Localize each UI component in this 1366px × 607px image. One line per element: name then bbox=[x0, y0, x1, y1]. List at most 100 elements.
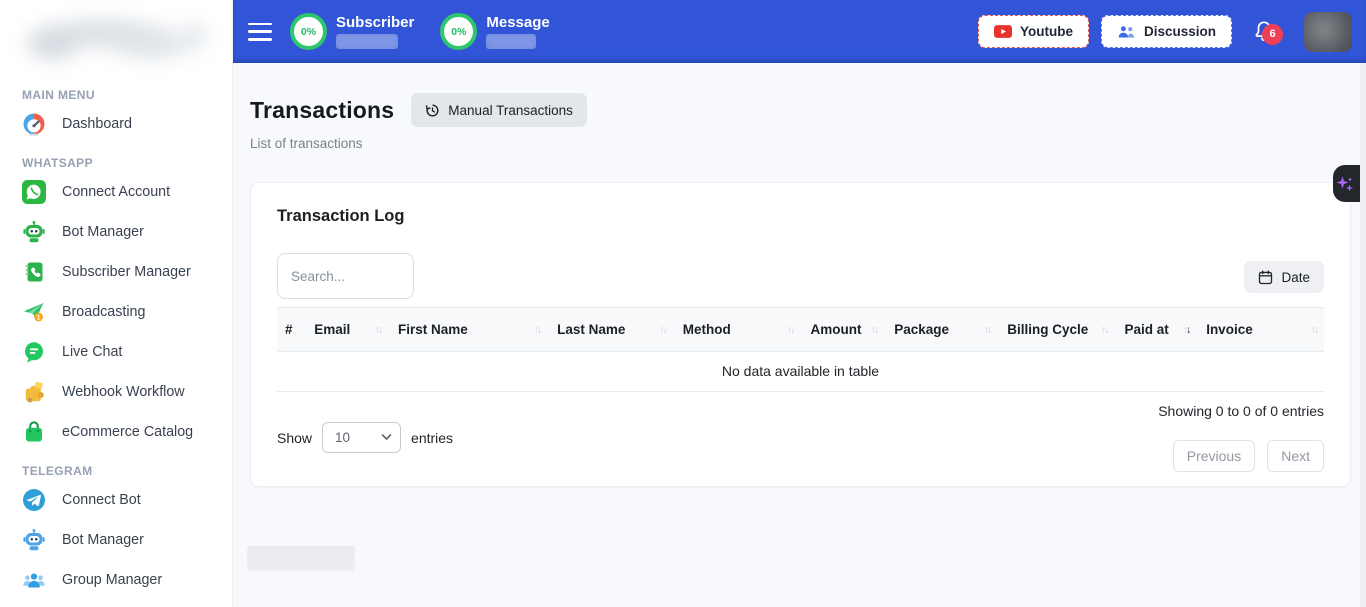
whatsapp-icon bbox=[22, 180, 46, 204]
page-title: Transactions bbox=[250, 97, 394, 124]
sidebar-item-label: Subscriber Manager bbox=[62, 264, 191, 280]
sort-icon: ↑↓ bbox=[374, 324, 381, 336]
shopping-bag-icon bbox=[22, 420, 46, 444]
sidebar: MAIN MENU Dashboard WHATSAPP bbox=[0, 0, 233, 607]
previous-page-button[interactable]: Previous bbox=[1173, 440, 1255, 472]
message-progress-ring: 0% bbox=[440, 13, 477, 50]
youtube-button[interactable]: Youtube bbox=[978, 15, 1089, 48]
sidebar-item-label: Bot Manager bbox=[62, 224, 144, 240]
chat-bubble-icon bbox=[22, 340, 46, 364]
sidebar-item-connect-bot[interactable]: Connect Bot bbox=[0, 482, 232, 518]
main-area: 0% Subscriber 0% Message Youtube bbox=[233, 0, 1366, 607]
footer-text-redacted bbox=[247, 546, 355, 571]
vertical-scrollbar[interactable] bbox=[1360, 63, 1366, 607]
manual-transactions-button[interactable]: Manual Transactions bbox=[411, 93, 587, 127]
column-header-amount[interactable]: Amount↑↓ bbox=[800, 308, 884, 352]
sort-icon: ↑↓ bbox=[984, 324, 991, 336]
notifications-bell-icon[interactable]: 6 bbox=[1252, 19, 1278, 45]
sidebar-item-label: Live Chat bbox=[62, 344, 122, 360]
column-header-last-name[interactable]: Last Name↑↓ bbox=[547, 308, 673, 352]
sort-icon-active-desc: ↑↓ bbox=[1183, 324, 1190, 336]
calendar-icon bbox=[1258, 270, 1273, 285]
sidebar-item-label: Dashboard bbox=[62, 116, 132, 132]
entries-label: entries bbox=[411, 430, 453, 446]
sidebar-item-group-manager[interactable]: Group Manager bbox=[0, 562, 232, 598]
subscriber-stat: 0% Subscriber bbox=[290, 13, 414, 50]
sidebar-item-label: Connect Bot bbox=[62, 492, 141, 508]
discussion-button[interactable]: Discussion bbox=[1101, 15, 1232, 48]
transactions-table: # Email↑↓ First Name↑↓ Last Name↑↓ Metho… bbox=[277, 307, 1324, 392]
sidebar-item-webhook-workflow[interactable]: Webhook Workflow bbox=[0, 374, 232, 410]
sort-icon: ↑↓ bbox=[1311, 324, 1318, 336]
message-stat: 0% Message bbox=[440, 13, 549, 50]
sidebar-item-broadcasting[interactable]: 1 Broadcasting bbox=[0, 294, 232, 330]
card-title: Transaction Log bbox=[277, 207, 1324, 226]
message-stat-value-redacted bbox=[486, 34, 536, 49]
subscriber-stat-label: Subscriber bbox=[336, 15, 414, 30]
sidebar-item-label: Group Manager bbox=[62, 572, 162, 588]
column-header-first-name[interactable]: First Name↑↓ bbox=[388, 308, 547, 352]
pagination-summary: Showing 0 to 0 of 0 entries bbox=[1158, 403, 1324, 419]
users-group-icon bbox=[22, 568, 46, 592]
robot-icon bbox=[22, 220, 46, 244]
history-icon bbox=[425, 103, 440, 118]
sidebar-item-live-chat[interactable]: Live Chat bbox=[0, 334, 232, 370]
page-size-select[interactable]: 10 bbox=[322, 422, 401, 453]
sidebar-item-label: Broadcasting bbox=[62, 304, 145, 320]
sidebar-section-whatsapp: WHATSAPP bbox=[22, 156, 232, 170]
sort-icon: ↑↓ bbox=[871, 324, 878, 336]
page-content: Transactions Manual Transactions List of… bbox=[233, 63, 1366, 607]
next-page-button[interactable]: Next bbox=[1267, 440, 1324, 472]
sort-icon: ↑↓ bbox=[659, 324, 666, 336]
show-label: Show bbox=[277, 430, 312, 446]
sidebar-item-tg-bot-manager[interactable]: Bot Manager bbox=[0, 522, 232, 558]
contacts-book-icon bbox=[22, 260, 46, 284]
app-logo[interactable] bbox=[6, 6, 220, 74]
subscriber-progress-ring: 0% bbox=[290, 13, 327, 50]
subscriber-stat-value-redacted bbox=[336, 34, 398, 49]
search-input[interactable] bbox=[277, 253, 414, 299]
page-subtitle: List of transactions bbox=[250, 136, 1351, 151]
column-header-email[interactable]: Email↑↓ bbox=[304, 308, 388, 352]
sidebar-item-label: eCommerce Catalog bbox=[62, 424, 193, 440]
sparkles-icon bbox=[1334, 172, 1358, 196]
sidebar-item-dashboard[interactable]: Dashboard bbox=[0, 106, 232, 142]
date-filter-button[interactable]: Date bbox=[1244, 261, 1324, 293]
telegram-icon bbox=[22, 488, 46, 512]
sort-icon: ↑↓ bbox=[787, 324, 794, 336]
sort-icon: ↑↓ bbox=[1101, 324, 1108, 336]
sidebar-item-ecommerce-catalog[interactable]: eCommerce Catalog bbox=[0, 414, 232, 450]
sidebar-item-wa-bot-manager[interactable]: Bot Manager bbox=[0, 214, 232, 250]
column-header-paid-at[interactable]: Paid at↑↓ bbox=[1115, 308, 1197, 352]
transaction-log-card: Transaction Log Date bbox=[250, 182, 1351, 487]
sort-icon: ↑↓ bbox=[534, 324, 541, 336]
youtube-icon bbox=[994, 25, 1012, 38]
dashboard-gauge-icon bbox=[22, 112, 46, 136]
message-stat-label: Message bbox=[486, 15, 549, 30]
table-header-row: # Email↑↓ First Name↑↓ Last Name↑↓ Metho… bbox=[277, 308, 1324, 352]
sidebar-item-subscriber-manager[interactable]: Subscriber Manager bbox=[0, 254, 232, 290]
paper-plane-icon: 1 bbox=[22, 300, 46, 324]
sidebar-item-connect-account[interactable]: Connect Account bbox=[0, 174, 232, 210]
user-avatar[interactable] bbox=[1304, 12, 1352, 52]
discussion-people-icon bbox=[1117, 25, 1136, 39]
sidebar-item-label: Connect Account bbox=[62, 184, 170, 200]
column-header-billing-cycle[interactable]: Billing Cycle↑↓ bbox=[997, 308, 1114, 352]
sidebar-item-label: Webhook Workflow bbox=[62, 384, 185, 400]
column-header-method[interactable]: Method↑↓ bbox=[673, 308, 801, 352]
column-header-index: # bbox=[277, 308, 304, 352]
empty-table-row: No data available in table bbox=[277, 352, 1324, 392]
ai-assistant-button[interactable] bbox=[1333, 165, 1360, 202]
app-window: MAIN MENU Dashboard WHATSAPP bbox=[0, 0, 1366, 607]
sidebar-section-main-menu: MAIN MENU bbox=[22, 88, 232, 102]
hamburger-menu-icon[interactable] bbox=[248, 23, 272, 41]
robot-icon bbox=[22, 528, 46, 552]
notification-count-badge: 6 bbox=[1262, 24, 1283, 45]
column-header-invoice[interactable]: Invoice↑↓ bbox=[1196, 308, 1324, 352]
sidebar-item-label: Bot Manager bbox=[62, 532, 144, 548]
svg-text:1: 1 bbox=[37, 314, 41, 321]
column-header-package[interactable]: Package↑↓ bbox=[884, 308, 997, 352]
empty-table-message: No data available in table bbox=[277, 352, 1324, 392]
topbar: 0% Subscriber 0% Message Youtube bbox=[233, 0, 1366, 63]
sidebar-section-telegram: TELEGRAM bbox=[22, 464, 232, 478]
